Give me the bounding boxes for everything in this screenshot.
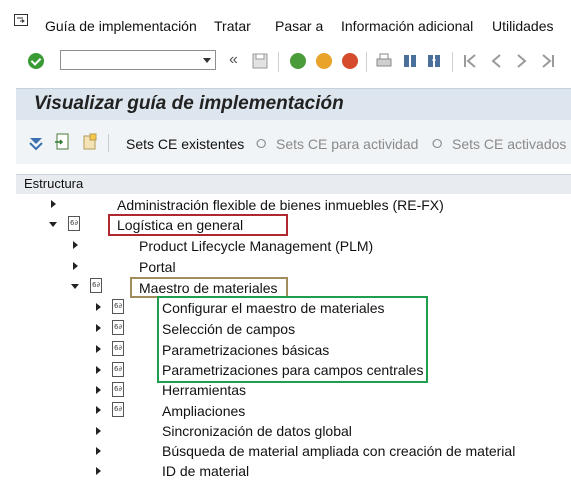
- tree-header: Estructura: [16, 174, 571, 196]
- tree-node[interactable]: Portal: [139, 259, 176, 275]
- document-icon: [112, 341, 124, 356]
- find-next-icon[interactable]: [426, 52, 442, 70]
- highlight-box-green: [157, 296, 428, 383]
- expand-arrow-icon[interactable]: [96, 324, 101, 332]
- back-icon[interactable]: [290, 53, 306, 69]
- document-icon: [112, 402, 124, 417]
- toolbar-divider: [108, 134, 109, 152]
- sets-ce-activados-button[interactable]: Sets CE activados p: [452, 136, 571, 152]
- expand-arrow-icon[interactable]: [51, 200, 56, 208]
- expand-arrow-icon[interactable]: [96, 447, 101, 455]
- menu-guia[interactable]: Guía de implementación: [45, 18, 197, 34]
- document-export-icon[interactable]: [54, 133, 70, 151]
- collapse-arrow-icon[interactable]: [71, 284, 79, 289]
- toolbar-divider: [278, 52, 279, 72]
- sets-ce-existentes-button[interactable]: Sets CE existentes: [126, 136, 244, 152]
- expand-arrow-icon[interactable]: [73, 241, 78, 249]
- tree-node[interactable]: Herramientas: [162, 382, 246, 398]
- expand-arrow-icon[interactable]: [96, 386, 101, 394]
- chevron-down-icon[interactable]: [203, 58, 211, 63]
- menu-pasar-a[interactable]: Pasar a: [275, 18, 323, 34]
- notes-icon[interactable]: [82, 133, 98, 151]
- menu-tratar[interactable]: Tratar: [214, 18, 251, 34]
- menu-informacion-adicional[interactable]: Información adicional: [341, 18, 473, 34]
- expand-arrow-icon[interactable]: [73, 262, 78, 270]
- enter-check-icon[interactable]: [28, 53, 44, 69]
- highlight-box-olive: [130, 277, 288, 298]
- document-icon: [112, 382, 124, 397]
- sets-ce-icon: ⭘: [432, 136, 443, 151]
- expand-arrow-icon[interactable]: [96, 406, 101, 414]
- sets-ce-actividad-button[interactable]: Sets CE para actividad: [276, 136, 418, 152]
- document-icon: [112, 320, 124, 335]
- tree-node[interactable]: ID de material: [162, 463, 249, 479]
- exit-icon[interactable]: [316, 53, 332, 69]
- tree-node[interactable]: Búsqueda de material ampliada con creaci…: [162, 443, 515, 459]
- expand-arrow-icon[interactable]: [96, 467, 101, 475]
- document-icon: [112, 299, 124, 314]
- collapse-icon[interactable]: «: [229, 51, 238, 69]
- print-icon[interactable]: [376, 52, 392, 70]
- next-page-icon[interactable]: [514, 52, 530, 70]
- toolbar-divider: [452, 52, 453, 72]
- tree-node[interactable]: Administración flexible de bienes inmueb…: [117, 197, 444, 213]
- expand-arrow-icon[interactable]: [96, 303, 101, 311]
- tree-header-label: Estructura: [24, 176, 84, 191]
- previous-page-icon[interactable]: [488, 52, 504, 70]
- collapse-arrow-icon[interactable]: [49, 222, 57, 227]
- expand-arrow-icon[interactable]: [96, 427, 101, 435]
- tree-node[interactable]: Sincronización de datos global: [162, 423, 352, 439]
- document-icon: [112, 362, 124, 377]
- tree-node[interactable]: Ampliaciones: [162, 403, 245, 419]
- toolbar-divider: [366, 52, 367, 72]
- cancel-icon[interactable]: [342, 53, 358, 69]
- menu-exit-icon[interactable]: [14, 14, 28, 26]
- page-title: Visualizar guía de implementación: [34, 93, 344, 114]
- document-icon: [90, 278, 102, 293]
- save-icon[interactable]: [252, 52, 268, 70]
- find-icon[interactable]: [402, 52, 418, 70]
- highlight-box-red: [108, 214, 288, 236]
- document-icon: [68, 216, 80, 231]
- last-page-icon[interactable]: [540, 52, 556, 70]
- first-page-icon[interactable]: [462, 52, 478, 70]
- menu-utilidades[interactable]: Utilidades: [492, 18, 553, 34]
- tree-node[interactable]: Product Lifecycle Management (PLM): [139, 238, 373, 254]
- expand-all-icon[interactable]: [28, 135, 44, 151]
- expand-arrow-icon[interactable]: [96, 345, 101, 353]
- command-field[interactable]: [60, 50, 216, 70]
- expand-arrow-icon[interactable]: [96, 366, 101, 374]
- sets-ce-icon: ⭘: [256, 136, 267, 151]
